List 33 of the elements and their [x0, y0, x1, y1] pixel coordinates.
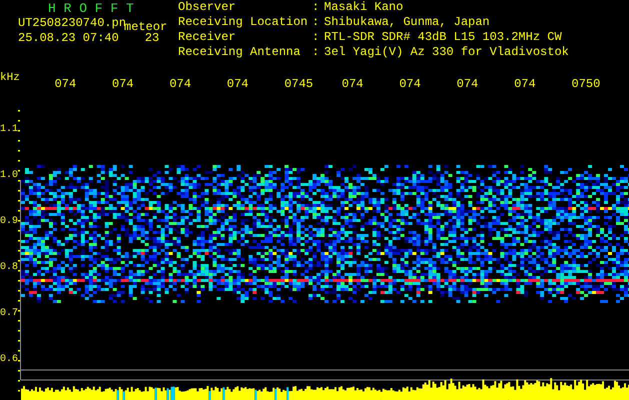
time-label: 074 — [169, 78, 192, 90]
separator-colon: : — [312, 2, 320, 16]
time-label: 074 — [514, 78, 537, 90]
info-value: Masaki Kano — [324, 2, 404, 16]
separator-colon: : — [312, 17, 320, 31]
frequency-label: 1.0 — [0, 170, 18, 183]
info-label: Receiver — [178, 32, 237, 46]
date-time: 25.08.23 07:40 — [18, 31, 119, 45]
app-title: H R O F F T — [47, 2, 135, 16]
time-label: 0745 — [284, 78, 314, 90]
unit-label: kHz — [0, 72, 21, 84]
frequency-label: 0.9 — [0, 216, 18, 229]
info-label: Receiving Antenna — [178, 47, 302, 61]
mode-label: meteor — [124, 20, 168, 34]
info-value: RTL-SDR SDR# 43dB L15 103.2MHz CW — [324, 32, 563, 46]
info-value: 3el Yagi(V) Az 330 for Vladivostok — [324, 47, 569, 61]
frequency-label: 0.7 — [0, 308, 18, 321]
separator-colon: : — [312, 32, 320, 46]
time-label: 074 — [54, 78, 78, 90]
frequency-label: 0.8 — [0, 262, 18, 275]
info-label: Observer — [178, 2, 237, 16]
time-label: 074 — [112, 78, 135, 90]
frequency-label: 0.6 — [0, 354, 18, 367]
info-value: Shibukawa, Gunma, Japan — [324, 17, 491, 31]
time-label: 074 — [342, 78, 364, 90]
time-label: 074 — [399, 78, 422, 90]
info-label: Receiving Location — [178, 17, 309, 31]
time-label: 0750 — [572, 78, 602, 90]
time-label: 074 — [456, 78, 480, 90]
time-label: 074 — [226, 78, 250, 90]
frequency-label: 1.1 — [0, 124, 18, 137]
separator-colon: : — [312, 47, 320, 61]
counter-label: 23 — [144, 31, 160, 45]
